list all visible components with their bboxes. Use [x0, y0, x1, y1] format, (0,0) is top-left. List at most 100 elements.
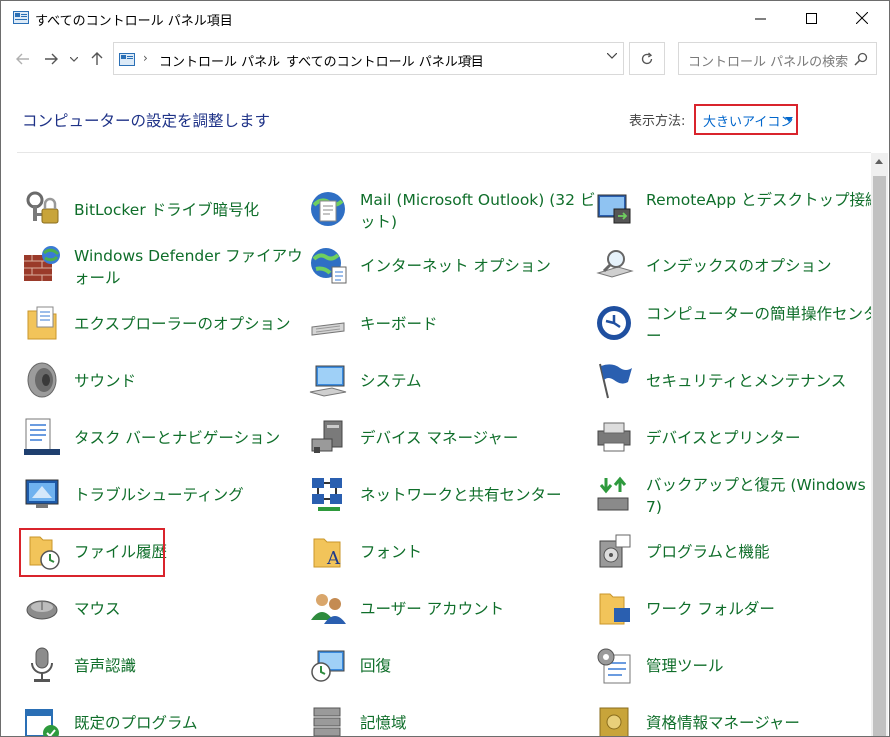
- storage-icon: [313, 707, 341, 736]
- bitlocker-key-icon: [26, 191, 59, 224]
- item-label[interactable]: デバイスとプリンター: [646, 427, 882, 449]
- search-box[interactable]: コントロール パネルの検索: [678, 42, 877, 75]
- item-label[interactable]: サウンド: [74, 370, 310, 392]
- item-label[interactable]: Mail (Microsoft Outlook) (32 ビット): [360, 189, 596, 233]
- search-input[interactable]: コントロール パネルの検索: [688, 51, 848, 70]
- item-fonts[interactable]: A フォント: [308, 531, 588, 583]
- item-user-accounts[interactable]: ユーザー アカウント: [308, 588, 588, 640]
- item-keyboard[interactable]: キーボード: [308, 303, 588, 355]
- item-label[interactable]: インデックスのオプション: [646, 255, 882, 277]
- item-speech-recognition[interactable]: 音声認識: [22, 645, 302, 697]
- recent-locations-button[interactable]: [67, 47, 81, 71]
- breadcrumb-all-items[interactable]: すべてのコントロール パネル項目: [286, 51, 484, 70]
- item-label[interactable]: 回復: [360, 655, 596, 677]
- item-label[interactable]: 音声認識: [74, 655, 310, 677]
- item-internet-options[interactable]: インターネット オプション: [308, 245, 588, 297]
- item-explorer-options[interactable]: エクスプローラーのオプション: [22, 303, 302, 355]
- control-panel-window: すべてのコントロール パネル項目 › コントロール パネル › すべてのコントロ: [0, 0, 890, 737]
- item-default-programs[interactable]: 既定のプログラム: [22, 702, 302, 736]
- item-bitlocker[interactable]: BitLocker ドライブ暗号化: [22, 189, 302, 241]
- item-label[interactable]: トラブルシューティング: [74, 484, 310, 506]
- item-sound[interactable]: サウンド: [22, 360, 302, 412]
- item-mail[interactable]: Mail (Microsoft Outlook) (32 ビット): [308, 189, 595, 241]
- item-network-center[interactable]: ネットワークと共有センター: [308, 474, 588, 526]
- users-icon: [311, 594, 346, 624]
- item-device-manager[interactable]: デバイス マネージャー: [308, 417, 588, 469]
- breadcrumb-separator[interactable]: ›: [143, 51, 148, 65]
- item-label[interactable]: エクスプローラーのオプション: [74, 313, 310, 335]
- item-label[interactable]: システム: [360, 370, 596, 392]
- item-label[interactable]: RemoteApp とデスクトップ接続: [646, 189, 882, 211]
- folder-options-icon: [27, 306, 57, 340]
- caret-down-icon[interactable]: [785, 117, 793, 122]
- item-work-folders[interactable]: ワーク フォルダー: [594, 588, 874, 640]
- remoteapp-icon: [597, 194, 631, 224]
- item-label[interactable]: タスク バーとナビゲーション: [74, 427, 310, 449]
- chevron-down-icon[interactable]: [607, 53, 617, 59]
- item-remoteapp[interactable]: RemoteApp とデスクトップ接続: [594, 189, 881, 241]
- taskbar-icon: [24, 418, 60, 455]
- breadcrumb-separator[interactable]: ›: [468, 51, 473, 65]
- item-label[interactable]: キーボード: [360, 313, 596, 335]
- back-button[interactable]: [13, 47, 33, 71]
- chevron-down-icon: [70, 56, 78, 62]
- item-system[interactable]: システム: [308, 360, 588, 412]
- refresh-button[interactable]: [629, 42, 665, 75]
- breadcrumb-control-panel[interactable]: コントロール パネル: [159, 51, 280, 70]
- item-label[interactable]: Windows Defender ファイアウォール: [74, 245, 310, 289]
- item-credential-manager[interactable]: 資格情報マネージャー: [594, 702, 874, 736]
- search-icon[interactable]: [854, 52, 868, 66]
- item-label[interactable]: プログラムと機能: [646, 541, 882, 563]
- item-label[interactable]: ネットワークと共有センター: [360, 484, 596, 506]
- item-security-maintenance[interactable]: セキュリティとメンテナンス: [594, 360, 874, 412]
- item-label[interactable]: バックアップと復元 (Windows 7): [646, 474, 882, 518]
- item-label[interactable]: フォント: [360, 541, 596, 563]
- vertical-scrollbar[interactable]: [871, 153, 888, 736]
- item-recovery[interactable]: 回復: [308, 645, 588, 697]
- breadcrumb-separator[interactable]: ›: [272, 51, 277, 65]
- item-label[interactable]: 既定のプログラム: [74, 712, 310, 734]
- view-by-dropdown[interactable]: 大きいアイコン: [694, 104, 798, 135]
- item-indexing-options[interactable]: インデックスのオプション: [594, 245, 874, 297]
- scrollbar-thumb[interactable]: [873, 176, 886, 736]
- item-label[interactable]: ユーザー アカウント: [360, 598, 596, 620]
- default-programs-icon: [25, 709, 59, 736]
- window-title: すべてのコントロール パネル項目: [35, 14, 233, 29]
- item-backup-restore[interactable]: バックアップと復元 (Windows 7): [594, 474, 874, 526]
- system-icon: [309, 365, 347, 397]
- item-firewall[interactable]: Windows Defender ファイアウォール: [22, 245, 303, 297]
- recovery-icon: [311, 650, 345, 682]
- item-label[interactable]: BitLocker ドライブ暗号化: [74, 199, 310, 221]
- item-label[interactable]: 管理ツール: [646, 655, 882, 677]
- item-label[interactable]: 資格情報マネージャー: [646, 712, 882, 734]
- item-admin-tools[interactable]: 管理ツール: [594, 645, 874, 697]
- mouse-icon: [26, 600, 58, 620]
- item-label[interactable]: セキュリティとメンテナンス: [646, 370, 882, 392]
- minimize-icon: [754, 18, 766, 19]
- up-button[interactable]: [87, 47, 107, 71]
- mail-icon: [311, 192, 345, 226]
- item-label[interactable]: 記憶域: [360, 712, 596, 734]
- svg-text:A: A: [326, 548, 341, 569]
- item-label[interactable]: インターネット オプション: [360, 255, 596, 277]
- item-taskbar[interactable]: タスク バーとナビゲーション: [22, 417, 302, 469]
- speaker-icon: [27, 362, 57, 398]
- maximize-button[interactable]: [788, 1, 834, 35]
- forward-button[interactable]: [41, 47, 61, 71]
- item-troubleshooting[interactable]: トラブルシューティング: [22, 474, 302, 526]
- item-label[interactable]: コンピューターの簡単操作センター: [646, 303, 882, 347]
- page-title: コンピューターの設定を調整します: [22, 112, 271, 130]
- view-by-value[interactable]: 大きいアイコン: [703, 111, 793, 130]
- item-ease-of-access[interactable]: コンピューターの簡単操作センター: [594, 303, 879, 355]
- item-storage-spaces[interactable]: 記憶域: [308, 702, 588, 736]
- scroll-up-arrow-icon[interactable]: [875, 159, 883, 164]
- item-label[interactable]: デバイス マネージャー: [360, 427, 596, 449]
- item-devices-printers[interactable]: デバイスとプリンター: [594, 417, 874, 469]
- address-bar[interactable]: › コントロール パネル › すべてのコントロール パネル項目 ›: [113, 42, 624, 75]
- item-label[interactable]: ワーク フォルダー: [646, 598, 882, 620]
- item-label[interactable]: マウス: [74, 598, 310, 620]
- item-mouse[interactable]: マウス: [22, 588, 302, 640]
- close-button[interactable]: [839, 1, 885, 35]
- minimize-button[interactable]: [737, 1, 783, 35]
- item-programs-features[interactable]: プログラムと機能: [594, 531, 874, 583]
